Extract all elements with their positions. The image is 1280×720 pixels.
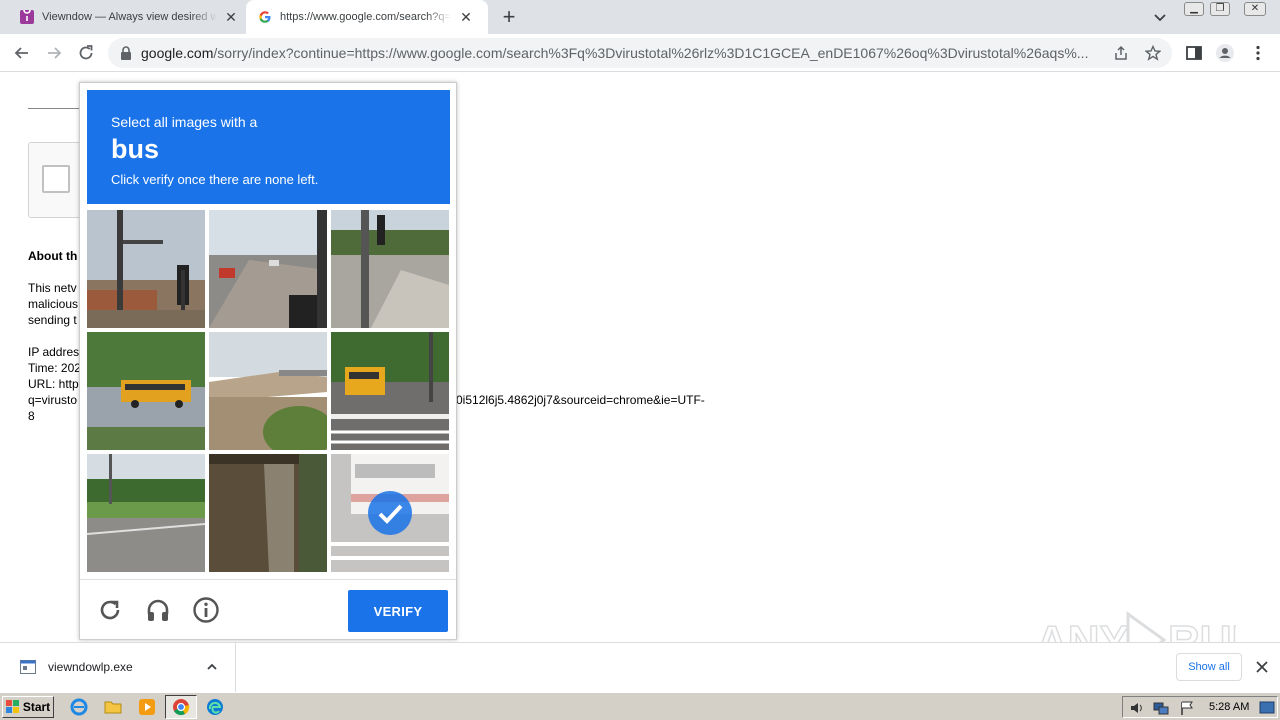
menu-dots-icon[interactable] [1248, 43, 1268, 63]
url-continuation: q=virusto [28, 393, 78, 407]
media-player-icon[interactable] [138, 698, 156, 716]
time-label: Time: 202 [28, 361, 81, 375]
url-text[interactable]: google.com/sorry/index?continue=https://… [141, 38, 1111, 68]
challenge-target-word: bus [111, 134, 160, 164]
challenge-footer: VERIFY [80, 579, 456, 639]
flag-icon[interactable] [1179, 700, 1195, 716]
tab-viewndow[interactable]: Viewndow — Always view desired w ✕ [8, 0, 246, 34]
restore-icon[interactable]: ❐ [1210, 2, 1230, 16]
page-text-line: malicious [28, 297, 79, 311]
google-g-icon [259, 11, 271, 23]
taskbar: Start 5:28 AM [0, 692, 1280, 720]
clock: 5:28 AM [1209, 701, 1250, 713]
verify-button[interactable]: VERIFY [348, 590, 448, 632]
windows-logo-icon [5, 700, 19, 713]
chevron-down-icon[interactable] [1152, 9, 1168, 25]
headphones-icon[interactable] [144, 596, 172, 624]
folder-icon[interactable] [104, 698, 122, 716]
url-label: URL: http [28, 377, 79, 391]
start-button[interactable]: Start [2, 696, 54, 718]
taskbar-chrome-active[interactable] [165, 695, 197, 719]
recaptcha-checkbox[interactable] [42, 165, 70, 193]
challenge-hint: Click verify once there are none left. [111, 172, 319, 187]
address-bar[interactable]: google.com/sorry/index?continue=https://… [108, 38, 1172, 68]
network-icon[interactable] [1153, 700, 1169, 716]
system-tray: 5:28 AM [1122, 696, 1278, 718]
tab-title: Viewndow — Always view desired w [42, 11, 217, 23]
tab-google-search[interactable]: https://www.google.com/search?q= ✕ [246, 0, 488, 34]
reload-icon[interactable] [76, 43, 96, 63]
close-window-icon[interactable]: ✕ [1244, 2, 1266, 16]
profile-avatar-icon[interactable] [1215, 43, 1235, 63]
about-heading: About th [28, 249, 78, 263]
back-arrow-icon[interactable] [12, 43, 32, 63]
url-continuation: 0i512l6j5.4862j0j7&sourceid=chrome&ie=UT… [456, 393, 705, 407]
tab-title: https://www.google.com/search?q= [280, 11, 451, 23]
share-icon[interactable] [1113, 45, 1129, 61]
browser-toolbar: google.com/sorry/index?continue=https://… [0, 34, 1280, 72]
chevron-up-icon[interactable] [205, 660, 219, 674]
challenge-instruction: Select all images with a [111, 114, 258, 130]
tab-strip: Viewndow — Always view desired w ✕ https… [0, 0, 1280, 34]
image-tile[interactable] [331, 210, 449, 328]
show-all-button[interactable]: Show all [1176, 653, 1242, 681]
download-file-name: viewndowlp.exe [48, 660, 133, 674]
recaptcha-challenge-dialog: Select all images with a bus Click verif… [79, 82, 457, 640]
lock-icon[interactable] [120, 46, 132, 60]
image-tile[interactable] [87, 454, 205, 572]
edge-icon[interactable] [206, 698, 224, 716]
tab-close-icon[interactable]: ✕ [223, 9, 239, 25]
image-tile-selected[interactable] [331, 454, 449, 572]
image-tile[interactable] [87, 332, 205, 450]
internet-explorer-icon[interactable] [70, 698, 88, 716]
tab-close-icon[interactable]: ✕ [458, 9, 474, 25]
page-text-line: sending t [28, 313, 77, 327]
new-tab-icon[interactable]: + [498, 6, 520, 29]
show-desktop-icon[interactable] [1259, 700, 1275, 716]
minimize-icon[interactable]: ▁ [1184, 2, 1204, 16]
info-icon[interactable] [192, 596, 220, 624]
speaker-icon[interactable] [1129, 700, 1145, 716]
checkmark-icon [368, 491, 412, 535]
challenge-header: Select all images with a bus Click verif… [87, 90, 450, 204]
image-tile[interactable] [87, 210, 205, 328]
url-tail: 8 [28, 409, 35, 423]
ip-address-label: IP addres [28, 345, 80, 359]
side-panel-icon[interactable] [1184, 43, 1204, 63]
chrome-icon [173, 699, 190, 716]
image-tile[interactable] [209, 454, 327, 572]
image-tile[interactable] [209, 332, 327, 450]
download-shelf: viewndowlp.exe Show all [0, 642, 1280, 693]
image-grid [87, 210, 451, 574]
image-tile[interactable] [209, 210, 327, 328]
star-icon[interactable] [1145, 45, 1161, 61]
reload-challenge-icon[interactable] [96, 596, 124, 624]
page-text-line: This netv [28, 281, 77, 295]
viewndow-logo-icon [20, 10, 34, 24]
download-item[interactable]: viewndowlp.exe [0, 643, 236, 693]
exe-file-icon [20, 660, 36, 674]
forward-arrow-icon[interactable] [44, 43, 64, 63]
close-icon[interactable] [1254, 659, 1270, 675]
image-tile[interactable] [331, 332, 449, 450]
